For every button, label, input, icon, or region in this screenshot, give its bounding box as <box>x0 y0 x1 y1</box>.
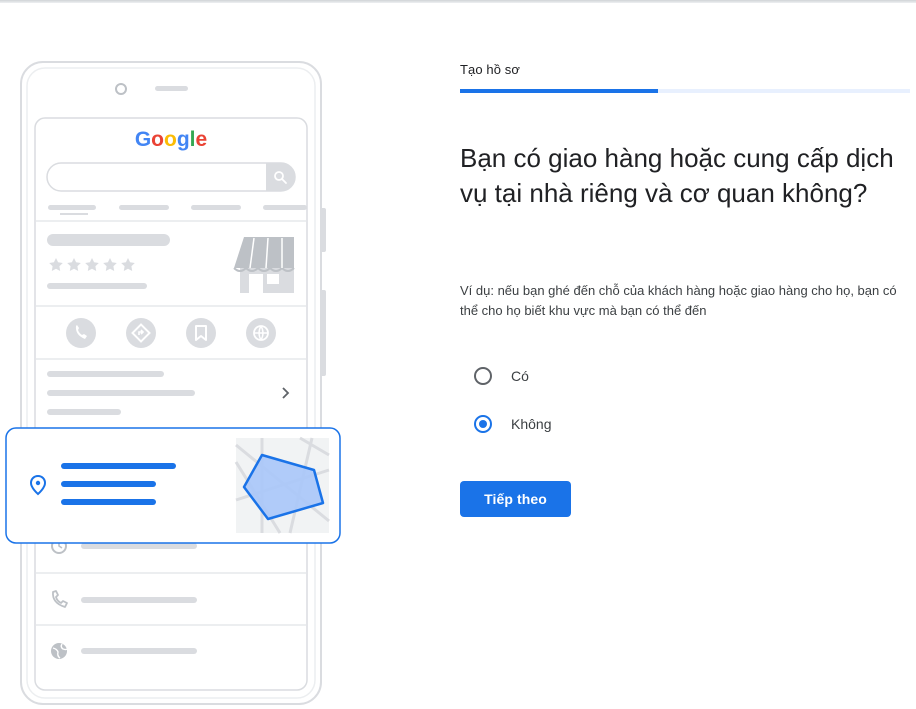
question-hint: Ví dụ: nếu bạn ghé đến chỗ của khách hàn… <box>460 283 897 318</box>
phone-illustration: Google <box>5 61 341 705</box>
progress-bar <box>460 89 910 93</box>
info-placeholder <box>47 409 121 415</box>
info-placeholder <box>47 390 195 396</box>
phone-speaker <box>155 86 188 91</box>
business-name-placeholder <box>47 234 170 246</box>
option-khong-radio[interactable]: Không <box>470 407 551 441</box>
radio-button-khong[interactable] <box>474 415 492 433</box>
tab-indicator <box>60 213 88 215</box>
progress-fill <box>460 89 658 93</box>
phone-number-placeholder <box>81 597 197 603</box>
globe-icon <box>51 643 68 659</box>
area-line-placeholder <box>61 463 176 469</box>
hours-placeholder <box>81 543 197 549</box>
step-label: Tạo hồ sơ <box>460 62 521 77</box>
next-button[interactable]: Tiếp theo <box>460 481 571 517</box>
service-area-map <box>234 436 330 534</box>
address-placeholder <box>47 283 147 289</box>
option-label-co: Có <box>511 368 529 384</box>
phone-icon <box>66 318 96 348</box>
option-label-khong: Không <box>511 416 552 432</box>
google-logo: Google <box>135 128 207 151</box>
tab-placeholder <box>119 205 169 210</box>
question-heading: Bạn có giao hàng hoặc cung cấp dịch vụ t… <box>460 143 894 208</box>
search-bar <box>46 162 296 192</box>
tab-placeholder <box>48 205 96 210</box>
area-line-placeholder <box>61 481 156 487</box>
area-line-placeholder <box>61 499 156 505</box>
option-co-radio[interactable]: Có <box>470 359 529 393</box>
info-placeholder <box>47 371 164 377</box>
tab-placeholder <box>263 205 307 210</box>
tab-placeholder <box>191 205 241 210</box>
radio-button-co[interactable] <box>474 367 492 385</box>
website-globe-icon <box>246 318 276 348</box>
storefront-icon <box>233 237 295 293</box>
phone-screen <box>34 117 308 691</box>
website-placeholder <box>81 648 197 654</box>
save-bookmark-icon <box>186 318 216 348</box>
directions-icon <box>126 318 156 348</box>
search-button <box>266 163 295 191</box>
